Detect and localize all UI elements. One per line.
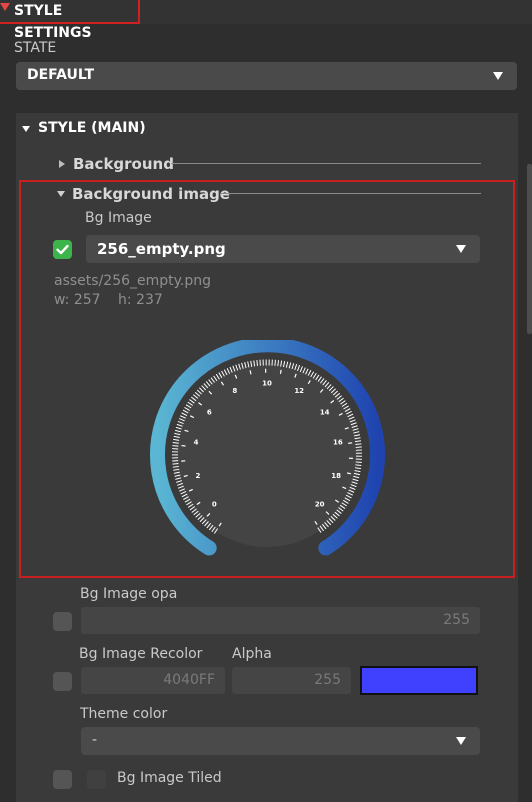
expand-arrow-icon[interactable] [59, 160, 65, 168]
state-label: STATE [14, 40, 57, 56]
collapse-arrow-icon[interactable] [57, 191, 65, 197]
dropdown-arrow-icon [493, 72, 503, 80]
style-main-title[interactable]: STYLE (MAIN) [38, 120, 146, 136]
image-width: w: 257 [54, 292, 101, 308]
background-section-title[interactable]: Background [73, 155, 174, 173]
bg-image-preview: 0 2 4 6 8 10 12 14 16 18 20 [150, 340, 385, 556]
theme-color-dropdown[interactable]: - [81, 727, 480, 755]
collapse-arrow-icon[interactable] [22, 126, 30, 132]
theme-color-label: Theme color [80, 706, 168, 722]
gauge-tick-label: 4 [194, 439, 199, 447]
bg-image-recolor-checkbox[interactable] [53, 672, 72, 691]
bg-image-opa-checkbox[interactable] [53, 612, 72, 631]
gauge-tick-label: 0 [212, 501, 217, 509]
bg-image-file-dropdown[interactable]: 256_empty.png [86, 235, 480, 263]
section-divider [221, 193, 481, 194]
image-height: h: 237 [118, 292, 163, 308]
gauge-tick-label: 12 [294, 387, 304, 395]
alpha-label: Alpha [232, 646, 272, 662]
gauge-tick-label: 8 [232, 387, 237, 395]
bg-image-recolor-field[interactable]: 4040FF [81, 667, 225, 694]
bg-image-tiled-checkbox[interactable] [53, 770, 72, 789]
gauge-tick-label: 20 [315, 501, 325, 509]
section-divider [171, 163, 481, 164]
theme-color-value: - [92, 732, 98, 748]
bg-image-checkbox[interactable] [53, 240, 72, 259]
bg-image-recolor-label: Bg Image Recolor [79, 646, 203, 662]
bg-image-tiled-label: Bg Image Tiled [117, 770, 222, 786]
image-path: assets/256_empty.png [54, 273, 212, 289]
panel-scrollbar[interactable] [527, 164, 532, 334]
bg-image-opa-label: Bg Image opa [80, 586, 178, 602]
check-icon [56, 244, 69, 255]
state-dropdown[interactable]: DEFAULT [16, 62, 517, 90]
gauge-tick-label: 14 [320, 408, 330, 416]
gauge-tick-label: 6 [207, 408, 212, 416]
bg-image-opa-field[interactable]: 255 [81, 607, 480, 634]
gauge-tick-label: 2 [195, 472, 200, 480]
bg-image-label: Bg Image [85, 210, 152, 226]
alpha-field[interactable]: 255 [232, 667, 351, 694]
background-image-section-title[interactable]: Background image [72, 185, 230, 203]
bg-image-tiled-toggle[interactable] [87, 770, 106, 789]
gauge-tick-label: 16 [333, 439, 343, 447]
state-value: DEFAULT [27, 67, 95, 83]
dropdown-arrow-icon [456, 737, 466, 745]
gauge-tick-label: 10 [262, 380, 272, 388]
gauge-tick-label: 18 [331, 472, 341, 480]
recolor-swatch[interactable] [360, 666, 478, 695]
style-settings-title[interactable]: STYLE SETTINGS [0, 0, 140, 41]
bg-image-file-value: 256_empty.png [97, 240, 226, 258]
dropdown-arrow-icon [456, 245, 466, 253]
